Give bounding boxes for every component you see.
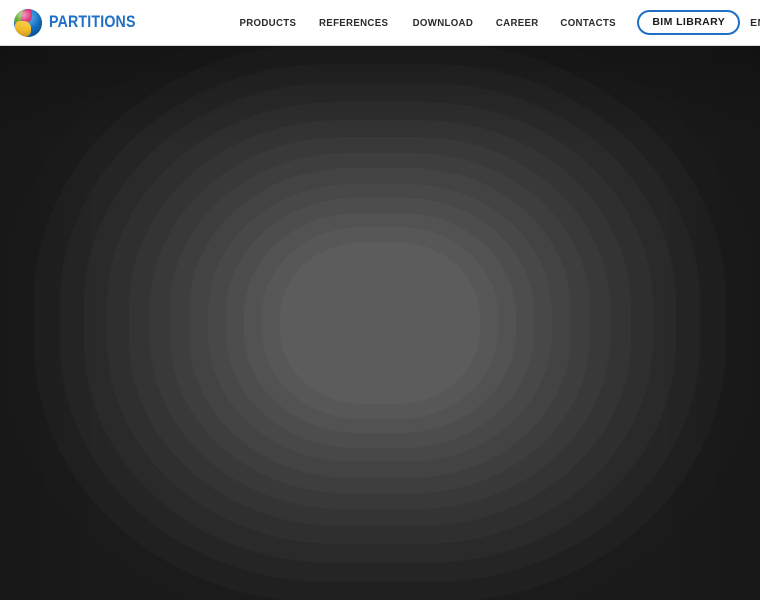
nav-item-contacts[interactable]: CONTACTS: [552, 17, 624, 29]
bim-library-button[interactable]: BIM LIBRARY: [637, 9, 741, 36]
hero-gradient-bands: [0, 46, 760, 600]
nav-item-references[interactable]: REFERENCES: [311, 17, 397, 29]
hero-banner: [0, 46, 760, 600]
language-selected-label: EN: [750, 16, 760, 29]
nav-item-products[interactable]: PRODUCTS: [231, 17, 304, 29]
main-navigation: PRODUCTS REFERENCES DOWNLOAD CAREER CONT…: [228, 9, 741, 36]
site-header: PARTITIONS PRODUCTS REFERENCES DOWNLOAD …: [0, 0, 760, 46]
brand-title: PARTITIONS: [49, 13, 136, 31]
header-right-cluster: EN LiK: [740, 0, 760, 45]
colorful-sphere-logo-icon: [14, 8, 42, 37]
nav-item-career[interactable]: CAREER: [487, 17, 546, 29]
page-root: PARTITIONS PRODUCTS REFERENCES DOWNLOAD …: [0, 0, 760, 600]
brand-logo-link[interactable]: PARTITIONS: [0, 8, 150, 37]
nav-item-download[interactable]: DOWNLOAD: [404, 17, 481, 29]
hero-gradient-band: [280, 242, 480, 404]
language-selector[interactable]: EN: [740, 0, 760, 45]
